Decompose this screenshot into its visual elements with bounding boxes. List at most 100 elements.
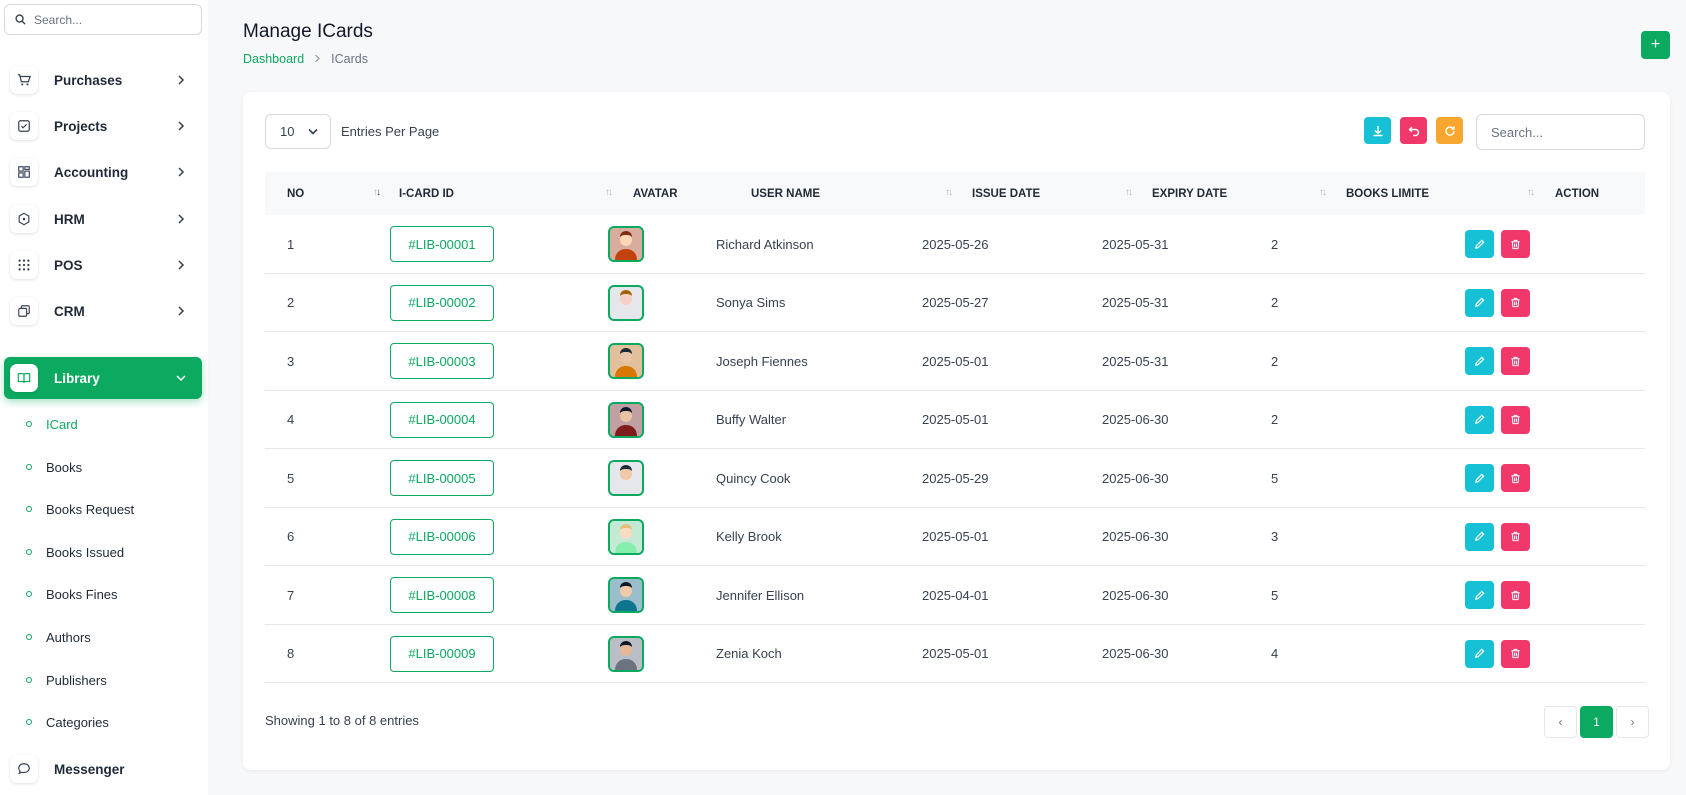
add-icard-button[interactable]: + xyxy=(1641,31,1670,59)
sidebar-subitem-icard[interactable]: ICard xyxy=(26,411,78,437)
prev-page-button[interactable]: ‹ xyxy=(1544,706,1577,738)
sidebar-item-messenger[interactable]: Messenger xyxy=(4,748,202,790)
delete-button[interactable] xyxy=(1501,639,1530,668)
edit-button[interactable] xyxy=(1465,639,1494,668)
sidebar-search-input[interactable] xyxy=(34,12,194,27)
icard-id-badge[interactable]: #LIB-00004 xyxy=(390,401,494,438)
avatar xyxy=(608,577,644,613)
icard-id-badge[interactable]: #LIB-00001 xyxy=(390,226,494,262)
edit-button[interactable] xyxy=(1465,581,1494,609)
sort-icon[interactable]: ↑↓ xyxy=(945,187,953,198)
sort-icon[interactable]: ↑↓ xyxy=(1527,187,1535,198)
column-header-user-name[interactable]: USER NAME xyxy=(751,172,820,215)
cell-icard-id: #LIB-00009 xyxy=(390,625,494,683)
refresh-button[interactable] xyxy=(1436,117,1463,144)
column-header-icard-id[interactable]: I-CARD ID xyxy=(399,172,454,215)
cell-icard-id: #LIB-00008 xyxy=(390,566,494,624)
icard-id-badge[interactable]: #LIB-00005 xyxy=(390,460,494,496)
sidebar-search[interactable] xyxy=(4,4,202,35)
column-header-issue-date[interactable]: ISSUE DATE xyxy=(972,172,1040,215)
cell-user-name: Buffy Walter xyxy=(716,412,787,427)
sidebar-item-purchases[interactable]: Purchases xyxy=(4,59,202,101)
sort-icon[interactable]: ↑↓ xyxy=(605,187,613,198)
pencil-icon xyxy=(1475,239,1485,249)
edit-button[interactable] xyxy=(1465,347,1494,375)
pencil-icon xyxy=(1475,648,1485,658)
icard-id-badge[interactable]: #LIB-00009 xyxy=(390,635,494,672)
page-number: 1 xyxy=(1593,715,1600,729)
sidebar-item-library[interactable]: Library xyxy=(4,357,202,399)
subitem-label: Publishers xyxy=(46,672,107,688)
sidebar-subitem-publishers[interactable]: Publishers xyxy=(26,667,107,693)
bullet-icon xyxy=(26,421,32,427)
table-row: 4 #LIB-00004 Buffy Walter 2025-05-01 202… xyxy=(265,391,1645,449)
subitem-label: Books Issued xyxy=(46,544,125,560)
delete-button[interactable] xyxy=(1501,347,1530,375)
undo-button[interactable] xyxy=(1400,117,1427,144)
edit-button[interactable] xyxy=(1465,288,1494,317)
delete-button[interactable] xyxy=(1501,464,1530,492)
next-page-button[interactable]: › xyxy=(1616,706,1649,738)
delete-button[interactable] xyxy=(1501,405,1530,434)
cell-no: 4 xyxy=(287,412,295,427)
table-row: 1 #LIB-00001 Richard Atkinson 2025-05-26… xyxy=(265,215,1645,274)
export-button[interactable] xyxy=(1364,117,1391,144)
sidebar-item-crm[interactable]: CRM xyxy=(4,290,202,332)
icard-id-badge[interactable]: #LIB-00002 xyxy=(390,284,494,321)
delete-button[interactable] xyxy=(1501,230,1530,258)
column-header-books-limit[interactable]: BOOKS LIMITE xyxy=(1346,172,1429,215)
delete-button[interactable] xyxy=(1501,581,1530,609)
edit-button[interactable] xyxy=(1465,230,1494,258)
chevron-right-icon xyxy=(314,52,321,66)
user-photo-icon xyxy=(610,403,642,436)
cell-expiry-date: 2025-06-30 xyxy=(1102,412,1169,427)
edit-button[interactable] xyxy=(1465,522,1494,551)
sidebar-subitem-categories[interactable]: Categories xyxy=(26,709,109,735)
trash-icon xyxy=(1511,590,1520,600)
subitem-label: Books Request xyxy=(46,501,135,517)
sidebar-item-pos[interactable]: POS xyxy=(4,244,202,286)
subitem-label: ICard xyxy=(46,416,78,432)
avatar xyxy=(608,518,644,555)
edit-button[interactable] xyxy=(1465,405,1494,434)
checkbox-icon xyxy=(10,112,38,140)
breadcrumb-dashboard[interactable]: Dashboard xyxy=(243,52,304,66)
sort-icon[interactable]: ↑↓ xyxy=(373,187,381,198)
column-header-no[interactable]: NO xyxy=(287,172,304,215)
sidebar-subitem-books-fines[interactable]: Books Fines xyxy=(26,581,118,607)
table-header: NO ↑↓ I-CARD ID ↑↓ AVATAR USER NAME ↑↓ I… xyxy=(265,172,1645,215)
sidebar-subitem-authors[interactable]: Authors xyxy=(26,624,91,650)
icard-id-badge[interactable]: #LIB-00008 xyxy=(390,577,494,613)
table-search-input[interactable] xyxy=(1476,114,1645,150)
entries-per-page-select[interactable]: 10 xyxy=(265,114,331,149)
cell-action xyxy=(1465,391,1530,449)
sidebar-item-accounting[interactable]: Accounting xyxy=(4,151,202,193)
avatar xyxy=(608,635,644,672)
delete-button[interactable] xyxy=(1501,522,1530,551)
sort-icon[interactable]: ↑↓ xyxy=(1319,187,1327,198)
sidebar-item-hrm[interactable]: HRM xyxy=(4,198,202,240)
icard-id-badge[interactable]: #LIB-00003 xyxy=(390,343,494,379)
cell-expiry-date: 2025-06-30 xyxy=(1102,587,1169,603)
page-button-1[interactable]: 1 xyxy=(1580,706,1613,738)
column-label: ISSUE DATE xyxy=(972,187,1041,200)
sort-icon[interactable]: ↑↓ xyxy=(1125,187,1133,198)
table-row: 6 #LIB-00006 Kelly Brook 2025-05-01 2025… xyxy=(265,508,1645,566)
sidebar-item-projects[interactable]: Projects xyxy=(4,105,202,147)
sidebar-subitem-books-request[interactable]: Books Request xyxy=(26,496,134,522)
delete-button[interactable] xyxy=(1501,288,1530,317)
icard-id-badge[interactable]: #LIB-00006 xyxy=(390,518,494,555)
edit-button[interactable] xyxy=(1465,464,1494,492)
cart-icon xyxy=(10,66,38,94)
cell-issue-date: 2025-05-01 xyxy=(922,412,989,427)
cell-action xyxy=(1465,566,1530,624)
sidebar-item-label: Accounting xyxy=(54,164,129,180)
chevron-left-icon: ‹ xyxy=(1558,715,1563,729)
sidebar-item-label: Messenger xyxy=(54,761,125,777)
sidebar-subitem-books-issued[interactable]: Books Issued xyxy=(26,539,124,565)
column-header-expiry-date[interactable]: EXPIRY DATE xyxy=(1152,172,1227,215)
sidebar-subitem-books[interactable]: Books xyxy=(26,454,82,480)
sidebar-item-label: Library xyxy=(54,370,100,386)
column-label: ACTION xyxy=(1555,187,1600,200)
chevron-right-icon: › xyxy=(1630,715,1635,729)
